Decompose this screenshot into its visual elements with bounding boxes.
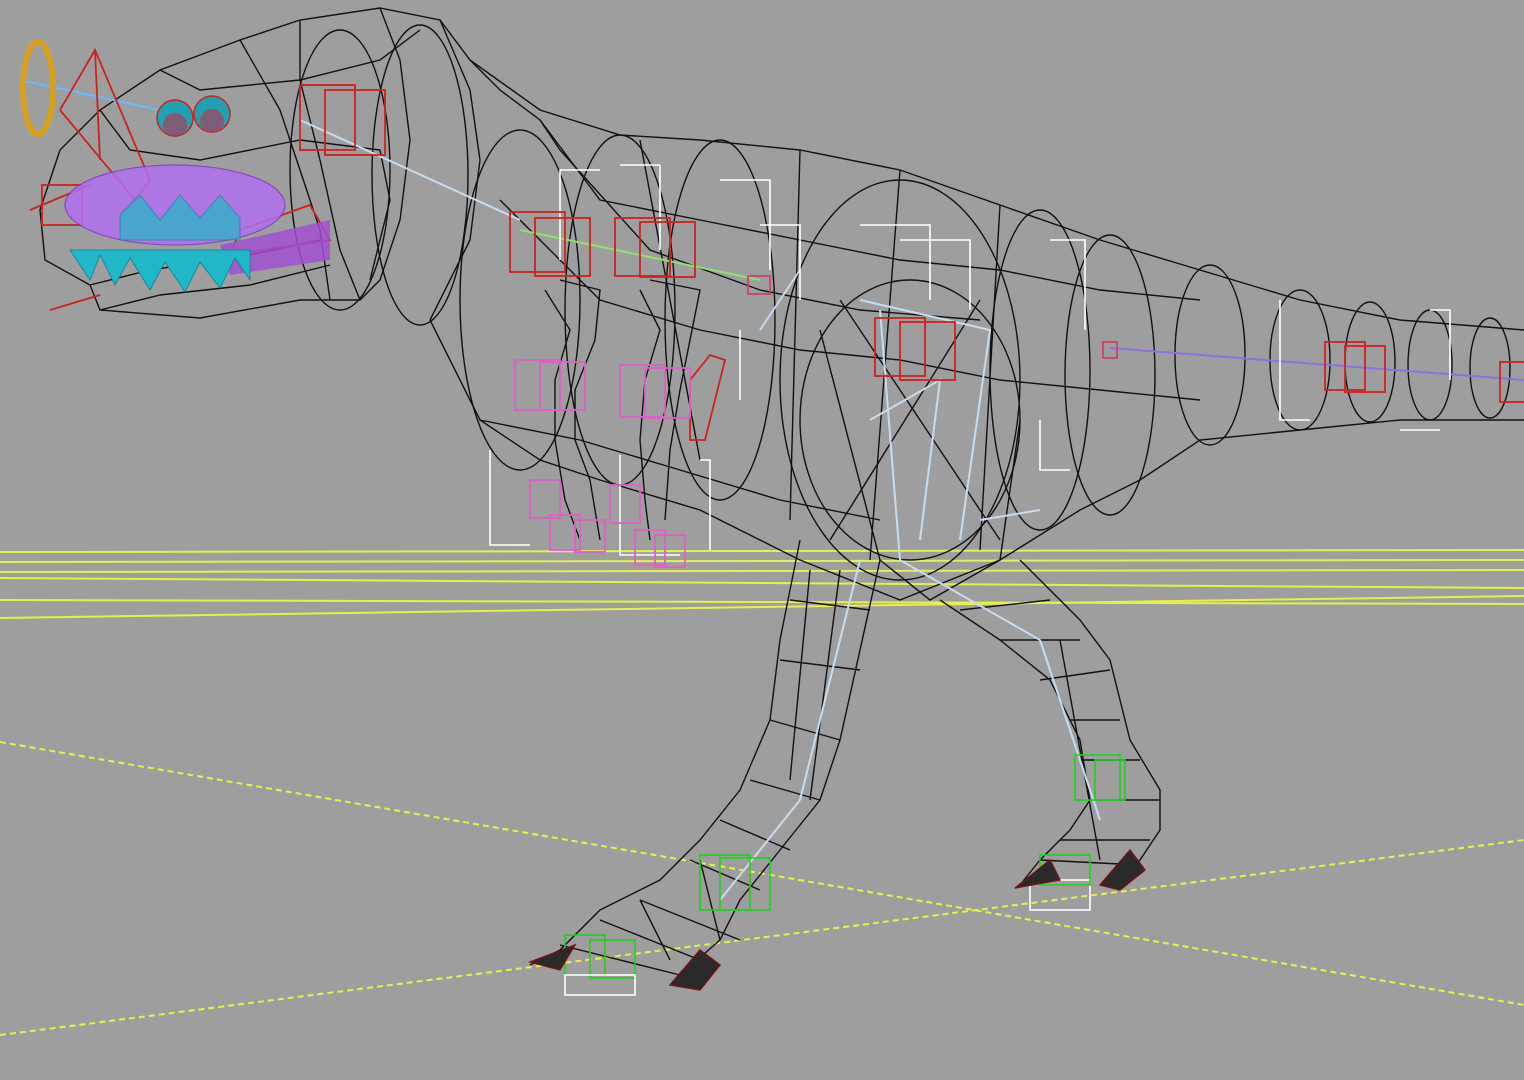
body-mesh[interactable] bbox=[39, 7, 1524, 976]
ground-grid bbox=[0, 549, 1524, 1036]
eyes bbox=[156, 95, 231, 137]
3d-viewport[interactable] bbox=[0, 0, 1524, 1080]
arm-controls[interactable] bbox=[514, 359, 691, 568]
wireframe-scene[interactable] bbox=[0, 0, 1524, 1080]
helper-brackets bbox=[489, 164, 1451, 556]
claws bbox=[527, 848, 1146, 991]
head-ring[interactable] bbox=[20, 39, 56, 137]
